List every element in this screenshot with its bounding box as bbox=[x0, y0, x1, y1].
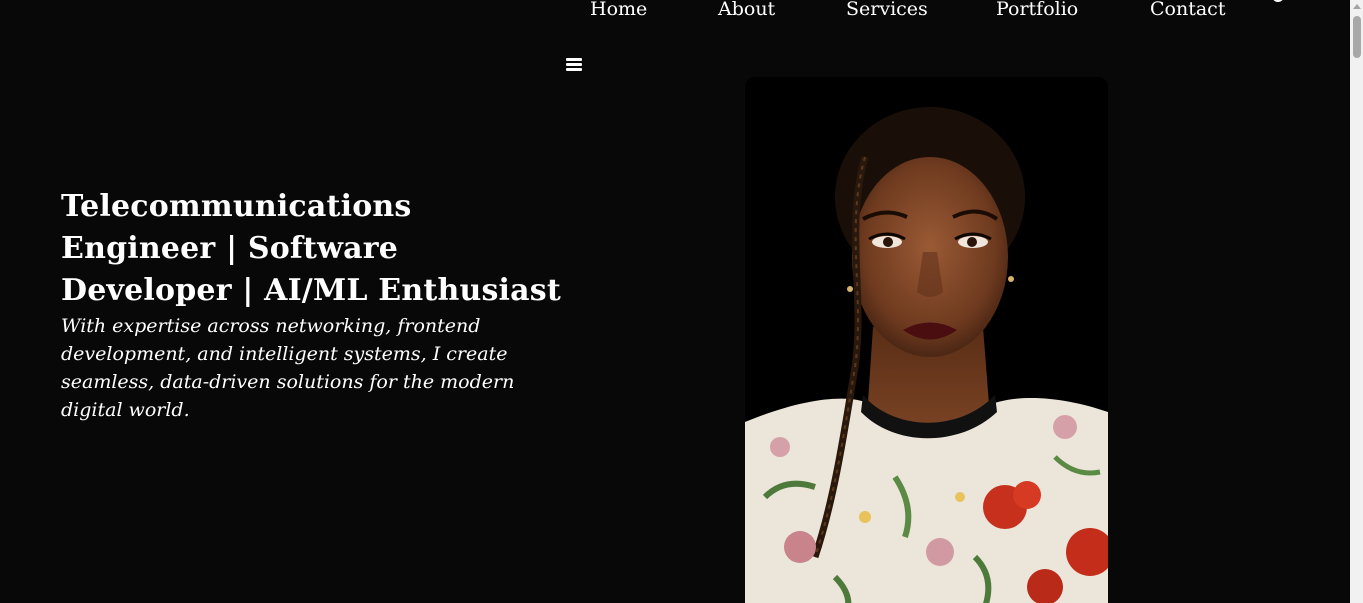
page-scrollbar[interactable] bbox=[1350, 0, 1363, 603]
nav-contact-link[interactable]: Contact bbox=[1150, 0, 1260, 24]
nav-about-link[interactable]: About bbox=[718, 0, 846, 24]
top-nav: Home About Services Portfolio Contact bbox=[590, 0, 1260, 24]
nav-portfolio-link[interactable]: Portfolio bbox=[996, 0, 1150, 24]
nav-home-link[interactable]: Home bbox=[590, 0, 718, 24]
nav-services-link[interactable]: Services bbox=[846, 0, 996, 24]
page: Home About Services Portfolio Contact Te… bbox=[0, 0, 1350, 603]
scrollbar-up-arrow-icon[interactable] bbox=[1353, 4, 1361, 9]
hero-subtitle: With expertise across networking, fronte… bbox=[61, 315, 515, 421]
portrait-illustration bbox=[745, 77, 1108, 603]
hamburger-menu-icon[interactable] bbox=[566, 58, 582, 72]
hero-title: Telecommunications Engineer | Software D… bbox=[61, 189, 561, 308]
hero-section: Telecommunications Engineer | Software D… bbox=[61, 186, 561, 424]
page-scrollbar-thumb[interactable] bbox=[1353, 16, 1361, 58]
theme-toggle-icon[interactable] bbox=[1272, 0, 1284, 2]
profile-photo bbox=[745, 77, 1108, 603]
